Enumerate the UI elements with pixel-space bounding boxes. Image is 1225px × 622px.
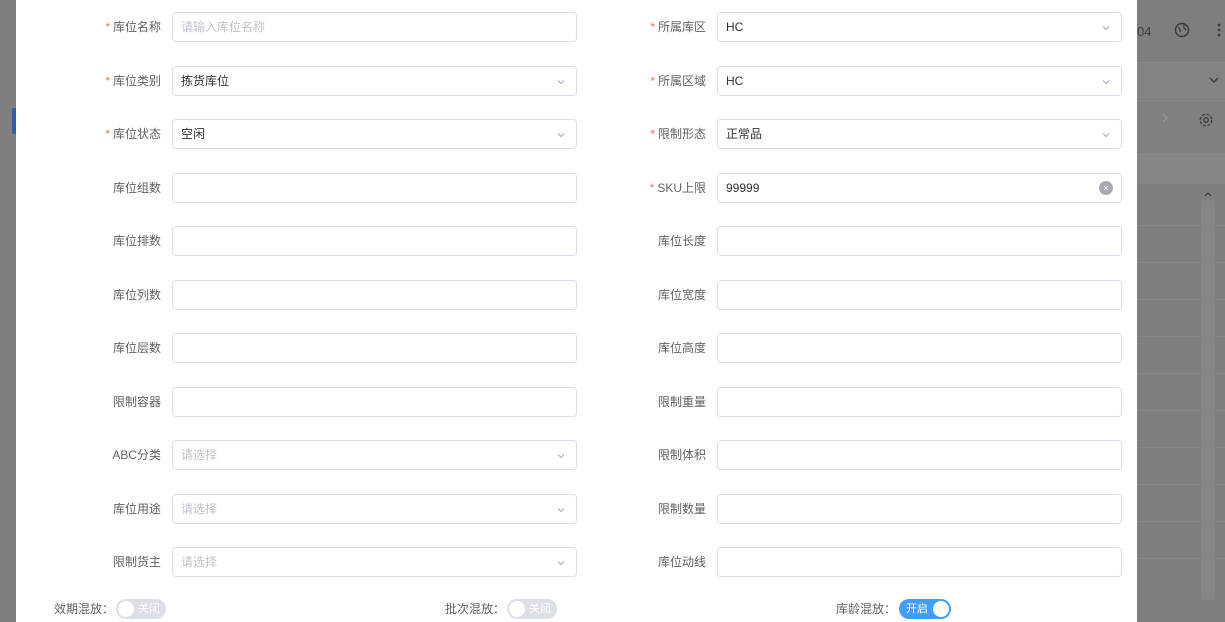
form-item: 库位高度 xyxy=(16,333,1137,363)
field-label-text: 库位动线 xyxy=(657,555,706,569)
form-item: * SKU上限 99999 × xyxy=(16,173,1137,203)
form-item: 库位动线 xyxy=(16,547,1137,577)
field-value: 99999 xyxy=(726,181,760,195)
field-label: 库位动线 xyxy=(658,547,706,577)
field-label: 限制数量 xyxy=(658,494,706,524)
bg-scrollbar[interactable] xyxy=(1201,200,1215,600)
field-label: 限制重量 xyxy=(658,387,706,417)
edit-location-dialog: * 库位名称 请输入库位名称 * 库位类别 拣货库位 * 库位状态 空闲 库位组数 库位排数 库位列数… xyxy=(16,0,1137,622)
text-input[interactable] xyxy=(717,226,1122,256)
chevron-down-icon[interactable] xyxy=(1208,74,1220,89)
field-label-text: 库位宽度 xyxy=(657,288,706,302)
text-input[interactable]: 99999 × xyxy=(717,173,1122,203)
toggle-switch[interactable]: 开启 xyxy=(899,599,951,619)
field-label: 库位宽度 xyxy=(658,280,706,310)
field-label-text: 所属库区 xyxy=(657,20,706,34)
field-label-text: 限制重量 xyxy=(657,395,706,409)
switch-label: 库龄混放： xyxy=(835,602,896,616)
form-item: 限制重量 xyxy=(16,387,1137,417)
field-label: 库位长度 xyxy=(658,226,706,256)
form-item: 库位长度 xyxy=(16,226,1137,256)
switch-item: 库龄混放： 开启 xyxy=(16,598,1137,620)
text-input[interactable] xyxy=(717,333,1122,363)
chevron-down-icon xyxy=(1101,76,1111,86)
field-value: 正常品 xyxy=(726,127,763,141)
text-input[interactable] xyxy=(717,547,1122,577)
form-item: 限制体积 xyxy=(16,440,1137,470)
field-label-text: 限制体积 xyxy=(657,448,706,462)
field-label-text: 库位高度 xyxy=(657,341,706,355)
form-item: 限制数量 xyxy=(16,494,1137,524)
field-label: 限制体积 xyxy=(658,440,706,470)
field-label-text: SKU上限 xyxy=(657,181,706,195)
required-asterisk: * xyxy=(650,74,655,88)
text-input[interactable] xyxy=(717,280,1122,310)
switch-state-text: 开启 xyxy=(906,603,928,615)
form-item: * 所属区域 HC xyxy=(16,66,1137,96)
field-label: * 所属区域 xyxy=(650,66,706,96)
form-item: * 所属库区 HC xyxy=(16,12,1137,42)
clear-icon[interactable]: × xyxy=(1099,181,1113,195)
field-label-text: 所属区域 xyxy=(657,74,706,88)
field-label: * SKU上限 xyxy=(650,173,706,203)
chevron-right-icon[interactable] xyxy=(1160,112,1170,127)
field-label-text: 限制数量 xyxy=(657,502,706,516)
globe-icon[interactable] xyxy=(1174,22,1190,41)
field-value: HC xyxy=(726,74,744,88)
select-field[interactable]: 正常品 xyxy=(717,119,1122,149)
field-label: * 所属库区 xyxy=(650,12,706,42)
text-input[interactable] xyxy=(717,494,1122,524)
form-item: 库位宽度 xyxy=(16,280,1137,310)
bg-header-text: 04 xyxy=(1137,24,1152,39)
field-label: 库位高度 xyxy=(658,333,706,363)
field-value: HC xyxy=(726,20,744,34)
required-asterisk: * xyxy=(650,127,655,141)
field-label-text: 限制形态 xyxy=(657,127,706,141)
field-label: * 限制形态 xyxy=(650,119,706,149)
chevron-down-icon xyxy=(1101,22,1111,32)
gear-icon[interactable] xyxy=(1198,112,1214,131)
switch-knob xyxy=(933,601,949,617)
required-asterisk: * xyxy=(650,20,655,34)
form-item: * 限制形态 正常品 xyxy=(16,119,1137,149)
text-input[interactable] xyxy=(717,387,1122,417)
more-vertical-icon[interactable] xyxy=(1216,22,1222,41)
select-field[interactable]: HC xyxy=(717,66,1122,96)
select-field[interactable]: HC xyxy=(717,12,1122,42)
text-input[interactable] xyxy=(717,440,1122,470)
required-asterisk: * xyxy=(649,181,655,195)
chevron-down-icon xyxy=(1101,129,1111,139)
field-label-text: 库位长度 xyxy=(657,234,706,248)
